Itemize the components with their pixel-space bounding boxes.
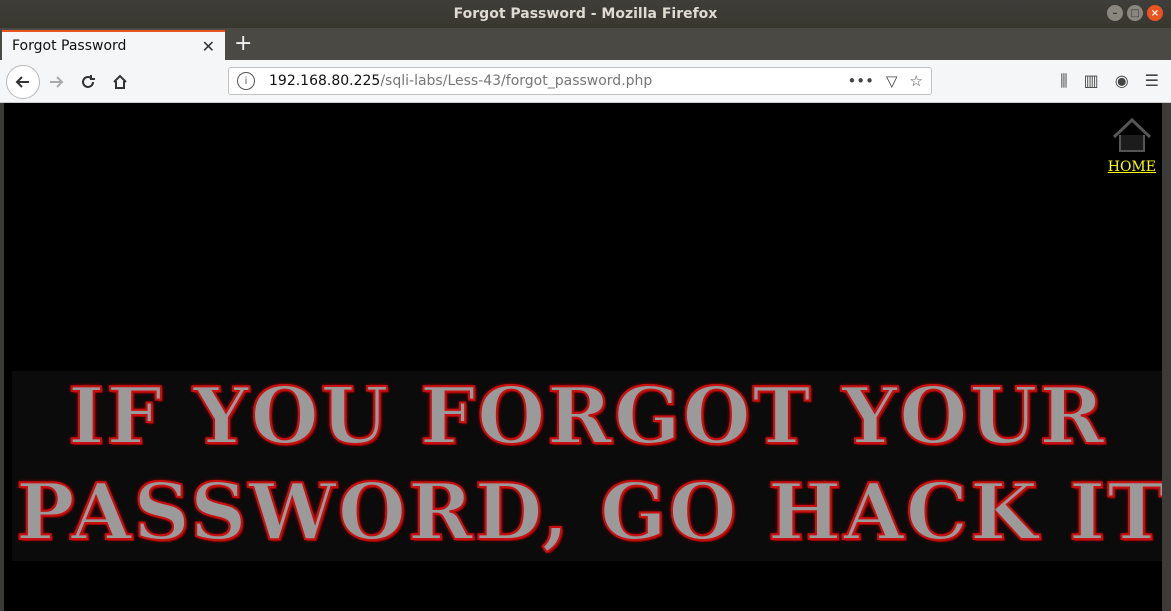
close-tab-icon[interactable]: ✕ [202, 37, 215, 56]
house-icon[interactable] [1110, 115, 1154, 155]
page-content: HOME IF YOU FORGOT YOUR PASSWORD, GO HAC… [4, 103, 1162, 611]
tab-forgot-password[interactable]: Forgot Password ✕ [2, 30, 225, 60]
home-icon [113, 74, 127, 89]
toolbar-right: ⫼ ▥ ◉ ☰ [1060, 71, 1159, 91]
library-icon[interactable]: ⫼ [1060, 71, 1067, 91]
window-titlebar: Forgot Password - Mozilla Firefox – □ × [0, 0, 1171, 28]
window-title: Forgot Password - Mozilla Firefox [453, 6, 718, 22]
reload-icon [82, 75, 95, 88]
account-icon[interactable]: ◉ [1115, 71, 1129, 91]
navigation-bar: i 192.168.80.225/sqli-labs/Less-43/forgo… [0, 60, 1171, 103]
home-link[interactable]: HOME [1108, 159, 1156, 175]
pocket-icon[interactable]: ▽ [886, 72, 898, 90]
new-tab-button[interactable]: + [234, 31, 252, 56]
maximize-button[interactable]: □ [1127, 5, 1143, 21]
sidebar-icon[interactable]: ▥ [1084, 71, 1099, 91]
forward-arrow-icon [50, 76, 64, 88]
tab-strip: Forgot Password ✕ + [0, 28, 1171, 60]
bookmark-star-icon[interactable]: ☆ [910, 72, 923, 90]
window-right-border [1162, 103, 1171, 611]
url-host: 192.168.80.225 [269, 73, 381, 89]
banner-image: IF YOU FORGOT YOUR PASSWORD, GO HACK IT [12, 371, 1162, 561]
back-button[interactable] [6, 65, 40, 99]
home-button[interactable] [106, 68, 134, 96]
minimize-button[interactable]: – [1107, 5, 1123, 21]
home-link-container: HOME [1108, 115, 1156, 175]
reload-button[interactable] [74, 68, 102, 96]
window-controls: – □ × [1107, 5, 1163, 21]
info-icon[interactable]: i [237, 72, 255, 90]
url-actions: ••• ▽ ☆ [847, 72, 923, 90]
close-window-button[interactable]: × [1147, 5, 1163, 21]
tab-label: Forgot Password [12, 38, 127, 54]
page-actions-icon[interactable]: ••• [847, 72, 874, 90]
menu-icon[interactable]: ☰ [1145, 71, 1159, 91]
banner-line-2: PASSWORD, GO HACK IT [15, 466, 1162, 559]
address-bar[interactable]: i 192.168.80.225/sqli-labs/Less-43/forgo… [228, 67, 932, 95]
banner-line-1: IF YOU FORGOT YOUR [67, 371, 1107, 463]
forward-button[interactable] [42, 68, 70, 96]
url-path: /sqli-labs/Less-43/forgot_password.php [380, 73, 653, 89]
back-arrow-icon [15, 76, 29, 88]
